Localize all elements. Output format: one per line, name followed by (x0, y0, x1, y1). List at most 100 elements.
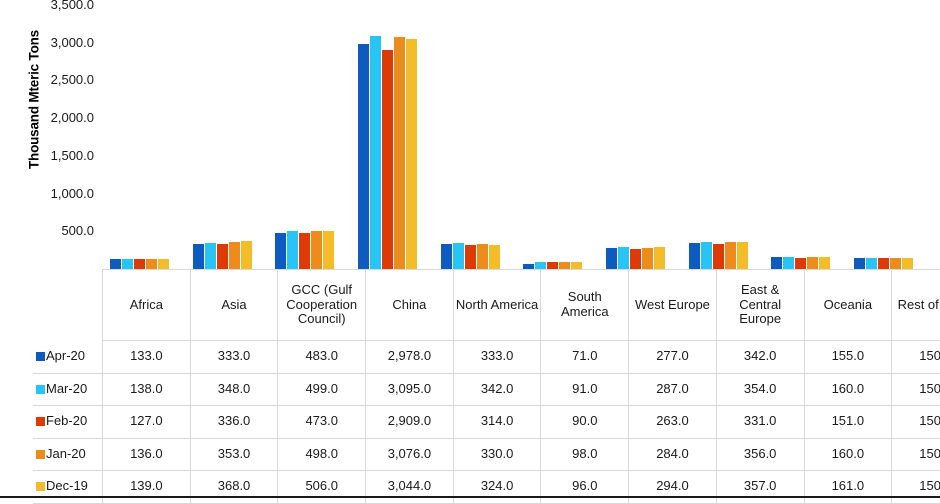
bar (571, 261, 583, 269)
bar (783, 256, 795, 269)
bar-group (181, 4, 264, 269)
bar (630, 249, 642, 269)
table-body: Apr-20 133.0 333.0 483.0 2,978.0 333.0 71.0 277… (33, 340, 940, 504)
y-axis-tick-label: 3,500.0 (50, 0, 94, 12)
legend-header-cell (33, 270, 103, 341)
bar (405, 39, 417, 269)
legend-item[interactable]: Dec-19 (33, 470, 103, 504)
bar (535, 262, 547, 269)
legend-color-swatch (36, 449, 45, 459)
bar (440, 243, 452, 269)
table-cell-value: 71.0 (540, 340, 630, 374)
table-cell-value: 150.0 (891, 437, 940, 471)
table-cell-value: 160.0 (803, 372, 893, 406)
table-cell-value: 294.0 (628, 470, 717, 504)
table-row: Dec-19 139.0 368.0 506.0 3,044.0 324.0 96.0 294… (33, 470, 940, 504)
bar (369, 35, 381, 269)
table-cell-value: 348.0 (189, 372, 279, 406)
table-cell-value: 324.0 (452, 470, 542, 504)
chart-root: Thousand Mteric Tons 3,500.0 3,000.0 2,500… (0, 0, 940, 504)
bar (688, 243, 700, 269)
table-cell-value: 342.0 (715, 340, 805, 374)
bar (700, 242, 712, 269)
table-column-header: Asia (189, 269, 279, 341)
bar (287, 231, 299, 269)
table-cell-value: 2,978.0 (365, 340, 454, 374)
y-axis-tick-label: 1,500.0 (50, 147, 94, 163)
bar (192, 243, 204, 269)
table-cell-value: 506.0 (277, 470, 367, 504)
bar-group (677, 4, 760, 269)
y-axis-tick-labels: 3,500.0 3,000.0 2,500.0 2,000.0 1,500.0 1,000… (24, 0, 94, 275)
bar (819, 256, 831, 269)
table-cell-value: 150.0 (891, 405, 940, 439)
table-column-header: China (365, 269, 454, 341)
legend-series-label: Jan-20 (46, 445, 86, 461)
bar (204, 242, 216, 269)
y-axis-tick-label: 2,500.0 (50, 72, 94, 88)
bar (228, 242, 240, 269)
bottom-divider (0, 496, 940, 498)
table-cell-value: 263.0 (628, 405, 717, 439)
table-cell-value: 98.0 (540, 437, 630, 471)
table-cell-value: 96.0 (540, 470, 630, 504)
table-row: Feb-20 127.0 336.0 473.0 2,909.0 314.0 90.0 263… (33, 405, 940, 439)
table-cell-value: 333.0 (189, 340, 279, 374)
chart-data-table: Africa Asia GCC (Gulf Cooperation Council)… (33, 269, 940, 504)
table-cell-value: 473.0 (277, 405, 367, 439)
table-cell-value: 356.0 (715, 437, 805, 471)
table-cell-value: 498.0 (277, 437, 367, 471)
legend-item[interactable]: Feb-20 (33, 405, 103, 439)
table-cell-value: 91.0 (540, 372, 630, 406)
bar (618, 247, 630, 269)
bar (606, 248, 618, 269)
table-cell-value: 342.0 (452, 372, 542, 406)
bar-group (842, 4, 925, 269)
bar (452, 243, 464, 269)
bar-group (98, 4, 181, 269)
table-cell-value: 333.0 (452, 340, 542, 374)
table-row: Apr-20 133.0 333.0 483.0 2,978.0 333.0 71.0 277… (33, 340, 940, 374)
table-cell-value: 314.0 (452, 405, 542, 439)
y-axis-tick-label: 500.0 (61, 223, 94, 239)
legend-item[interactable]: Mar-20 (33, 373, 103, 406)
bar (854, 257, 866, 269)
table-row: Jan-20 136.0 353.0 498.0 3,076.0 330.0 98.0 284… (33, 437, 940, 471)
table-cell-value: 127.0 (102, 405, 191, 439)
bar (736, 242, 748, 269)
bar (216, 243, 228, 269)
bar (771, 257, 783, 269)
bar-group (429, 4, 512, 269)
legend-series-label: Mar-20 (46, 380, 88, 396)
table-cell-value: 2,909.0 (365, 405, 454, 439)
bar (323, 230, 335, 269)
table-row: Mar-20 138.0 348.0 499.0 3,095.0 342.0 91.0 287… (33, 372, 940, 406)
table-cell-value: 284.0 (628, 437, 717, 471)
legend-item[interactable]: Jan-20 (33, 438, 103, 471)
table-cell-value: 161.0 (803, 470, 893, 504)
bar (807, 256, 819, 269)
bar (157, 258, 169, 269)
table-column-header: Rest of world (891, 269, 940, 341)
bar (476, 244, 488, 269)
bar (381, 49, 393, 269)
bar (547, 262, 559, 269)
table-cell-value: 155.0 (803, 340, 893, 374)
bar-group (346, 4, 429, 269)
table-column-header: East & Central Europe (715, 269, 805, 341)
plot-area (98, 4, 925, 269)
y-axis-tick-label: 2,000.0 (50, 110, 94, 126)
bar (299, 233, 311, 269)
y-axis-tick-label: 3,000.0 (50, 34, 94, 50)
table-cell-value: 330.0 (452, 437, 542, 471)
bar (109, 258, 121, 269)
legend-color-swatch (36, 482, 45, 492)
table-cell-value: 133.0 (102, 340, 191, 374)
table-header-row: Africa Asia GCC (Gulf Cooperation Council)… (33, 269, 940, 341)
table-cell-value: 353.0 (189, 437, 279, 471)
y-axis-tick-label: 1,000.0 (50, 185, 94, 201)
table-column-header: GCC (Gulf Cooperation Council) (277, 269, 367, 341)
bar (642, 247, 654, 269)
legend-item[interactable]: Apr-20 (33, 340, 103, 374)
table-cell-value: 150.0 (891, 340, 940, 374)
